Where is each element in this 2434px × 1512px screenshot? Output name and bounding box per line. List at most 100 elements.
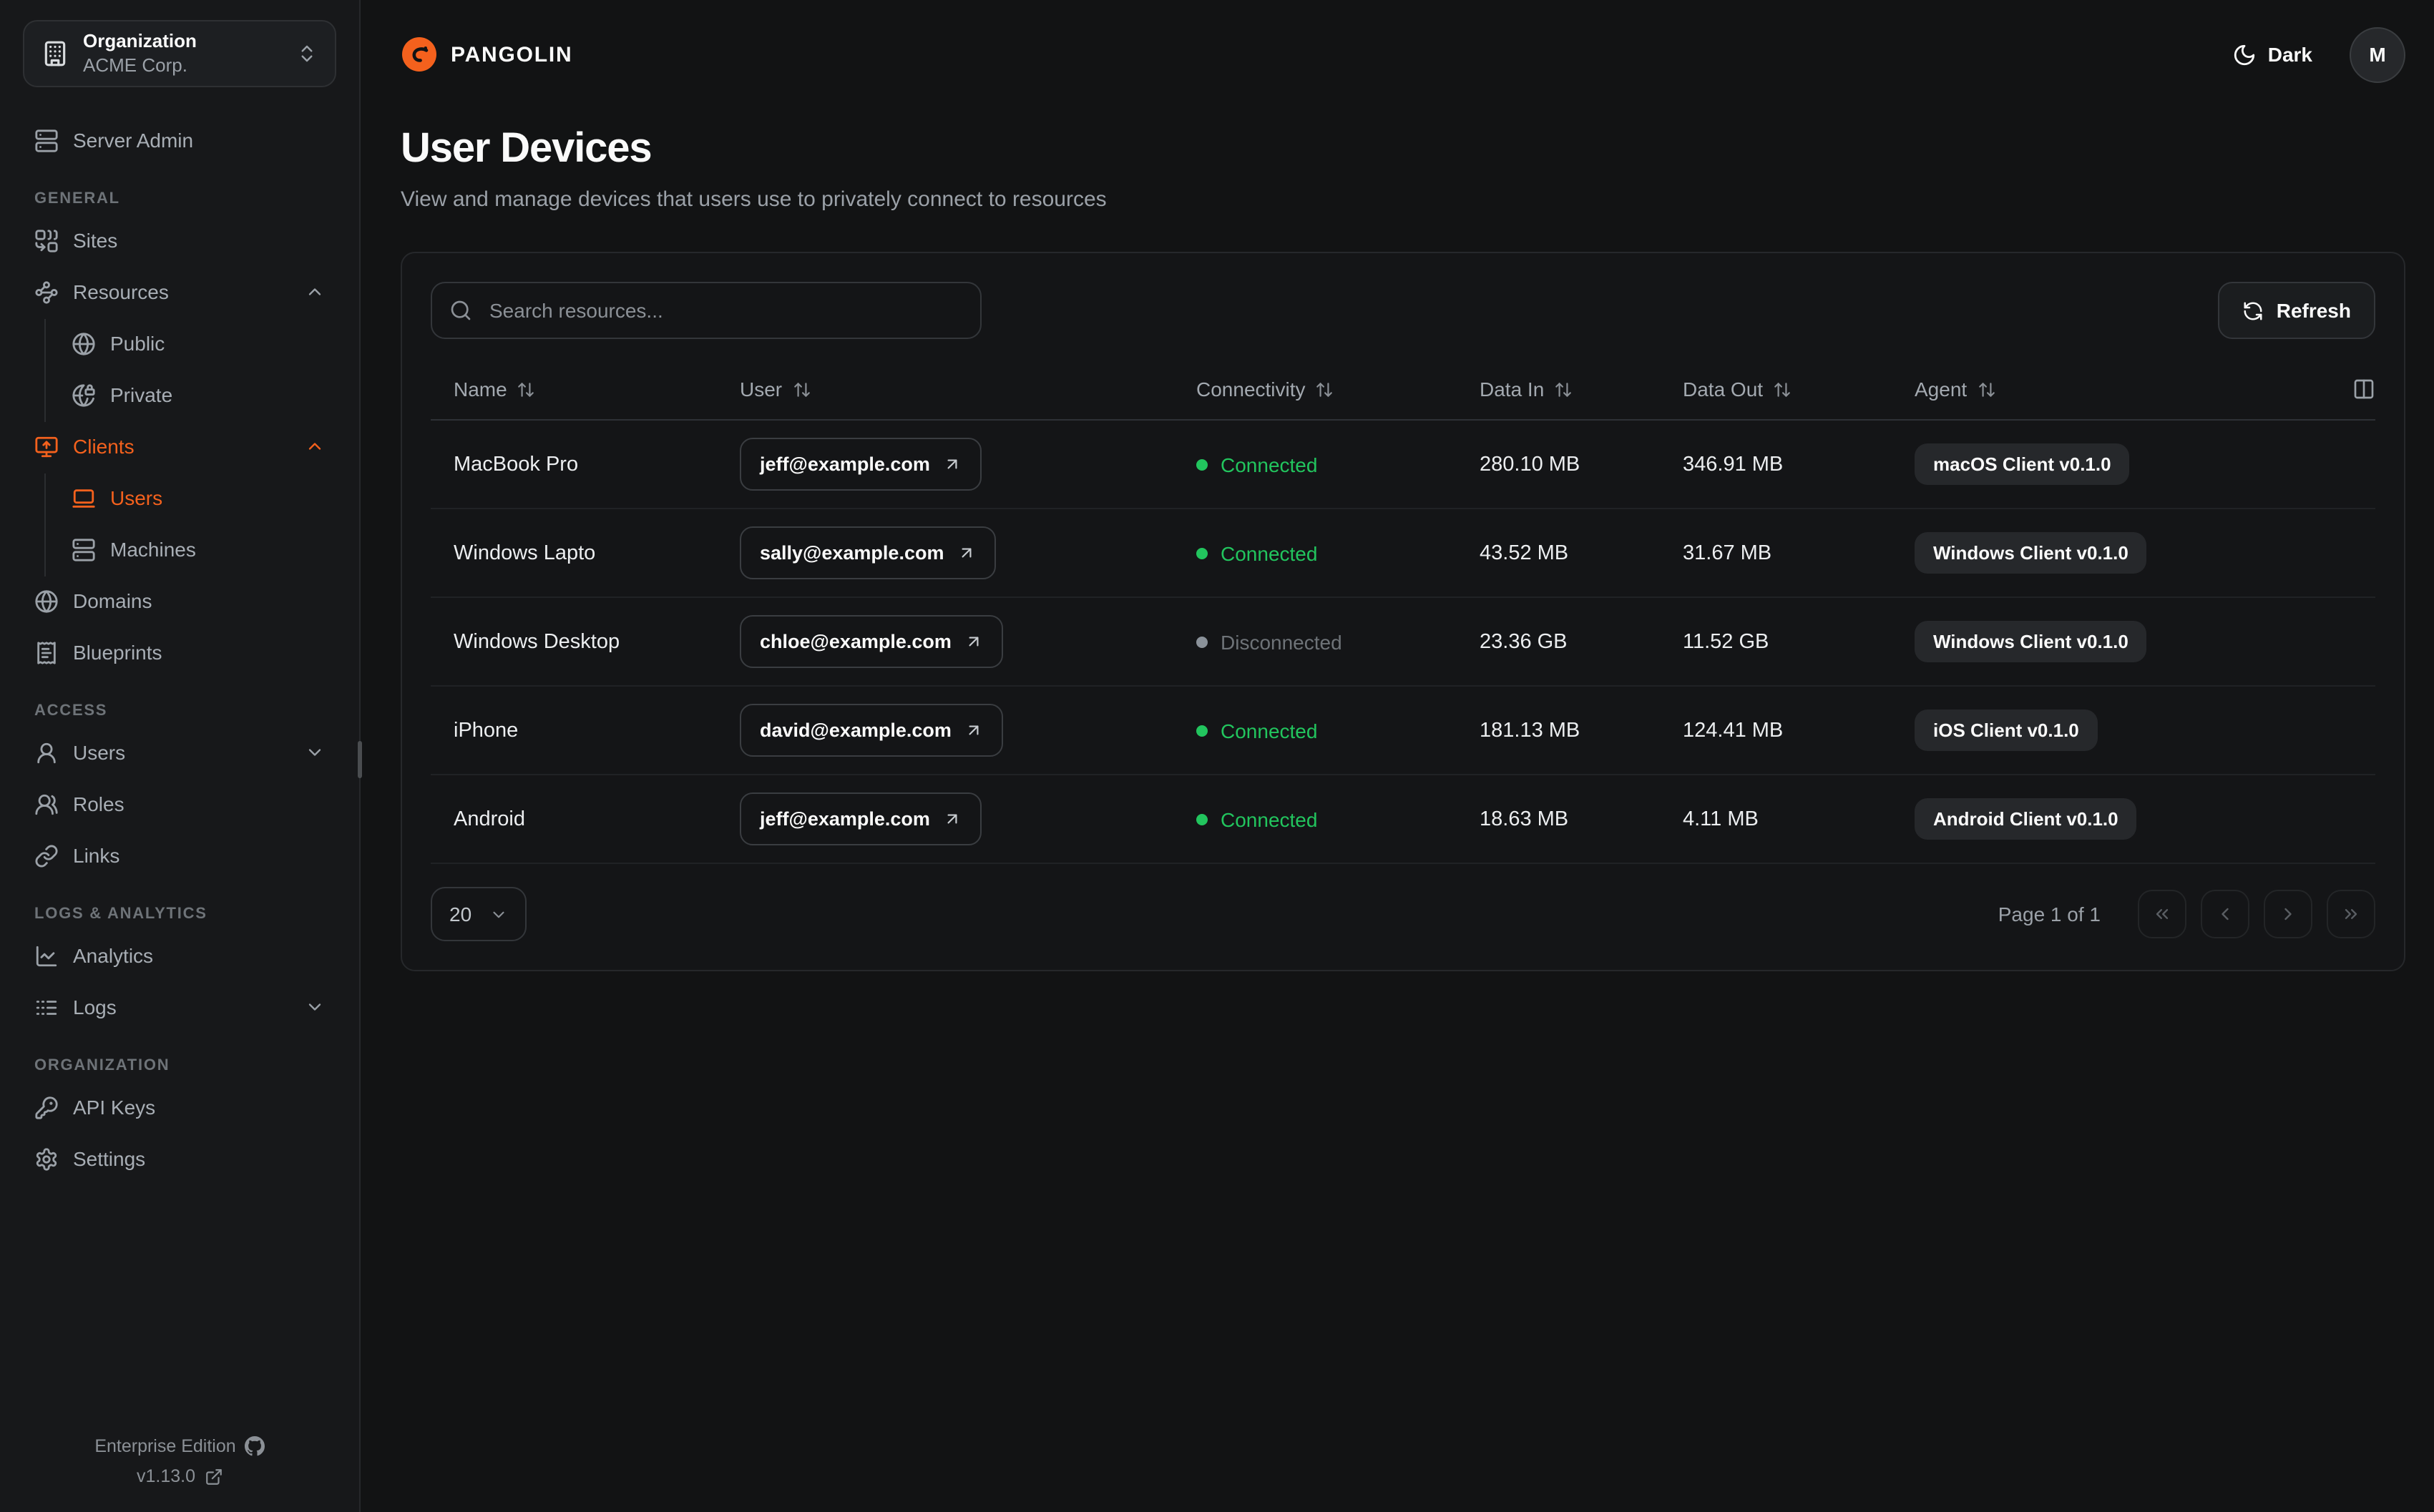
agent-badge: Windows Client v0.1.0: [1915, 532, 2147, 574]
table-row: Windows Lapto sally@example.com Connecte…: [431, 509, 2375, 598]
data-out-value: 4.11 MB: [1683, 807, 1759, 830]
sidebar-item-sites[interactable]: Sites: [23, 216, 336, 265]
theme-toggle[interactable]: Dark: [2224, 41, 2321, 68]
org-selector[interactable]: Organization ACME Corp.: [23, 20, 336, 87]
chevron-left-icon: [2215, 904, 2235, 924]
search-icon: [449, 299, 472, 322]
sidebar-item-label: Roles: [73, 792, 124, 815]
sidebar-footer: Enterprise Edition v1.13.0: [23, 1436, 336, 1492]
table-row: iPhone david@example.com Connected 181.1…: [431, 687, 2375, 775]
theme-toggle-label: Dark: [2267, 43, 2312, 66]
sidebar-item-client-users[interactable]: Users: [46, 473, 336, 522]
column-header-data-in[interactable]: Data In: [1480, 378, 1683, 401]
user-link-button[interactable]: david@example.com: [740, 704, 1003, 757]
server-icon: [34, 128, 59, 152]
sidebar-item-resources[interactable]: Resources: [23, 267, 336, 316]
globe-lock-icon: [72, 383, 96, 407]
user-icon: [34, 740, 59, 765]
chevron-right-icon: [2278, 904, 2298, 924]
user-link-button[interactable]: sally@example.com: [740, 526, 996, 579]
user-link-button[interactable]: chloe@example.com: [740, 615, 1003, 668]
sidebar-item-server-admin[interactable]: Server Admin: [23, 116, 336, 165]
sidebar-item-label: Links: [73, 844, 120, 867]
sidebar-item-api-keys[interactable]: API Keys: [23, 1083, 336, 1131]
sidebar-item-access-users[interactable]: Users: [23, 728, 336, 777]
table-row: Windows Desktop chloe@example.com Discon…: [431, 598, 2375, 687]
server-icon: [72, 537, 96, 561]
refresh-button[interactable]: Refresh: [2217, 282, 2375, 339]
sort-icon: [1773, 380, 1792, 398]
version-link[interactable]: v1.13.0: [137, 1466, 223, 1486]
connectivity-status: Connected: [1196, 719, 1480, 742]
status-dot: [1196, 813, 1208, 825]
data-in-value: 43.52 MB: [1480, 541, 1569, 564]
sidebar-item-label: Users: [73, 741, 126, 764]
column-header-data-out[interactable]: Data Out: [1683, 378, 1915, 401]
search-box: [431, 282, 982, 339]
connectivity-status: Connected: [1196, 541, 1480, 564]
user-link-button[interactable]: jeff@example.com: [740, 438, 982, 491]
clients-sub-list: Users Machines: [44, 473, 336, 576]
sidebar-item-label: Public: [110, 332, 165, 355]
sidebar-item-blueprints[interactable]: Blueprints: [23, 628, 336, 677]
data-in-value: 23.36 GB: [1480, 630, 1568, 653]
column-header-connectivity[interactable]: Connectivity: [1196, 378, 1480, 401]
sidebar-item-settings[interactable]: Settings: [23, 1134, 336, 1183]
sidebar-item-private[interactable]: Private: [46, 370, 336, 419]
avatar[interactable]: M: [2350, 26, 2405, 82]
sort-icon: [517, 380, 536, 398]
page-size-select[interactable]: 20: [431, 887, 527, 941]
resources-sub-list: Public Private: [44, 319, 336, 422]
sidebar-item-machines[interactable]: Machines: [46, 525, 336, 574]
table-header-row: Name User Connectivity Data In Data Out …: [431, 359, 2375, 421]
building-icon: [41, 40, 69, 67]
user-link-button[interactable]: jeff@example.com: [740, 792, 982, 845]
column-visibility-button[interactable]: [2312, 378, 2375, 401]
arrow-up-right-icon: [957, 544, 975, 562]
pagination-controls: Page 1 of 1: [1998, 890, 2375, 938]
first-page-button[interactable]: [2138, 890, 2186, 938]
globe-icon: [34, 589, 59, 613]
arrow-up-right-icon: [964, 721, 983, 740]
topbar: PANGOLIN Dark M: [361, 0, 2434, 109]
table-row: Android jeff@example.com Connected 18.63…: [431, 775, 2375, 864]
sidebar-item-label: Blueprints: [73, 641, 162, 664]
next-page-button[interactable]: [2264, 890, 2312, 938]
last-page-button[interactable]: [2327, 890, 2375, 938]
brand-name: PANGOLIN: [451, 42, 573, 67]
sidebar-resize-handle[interactable]: [358, 741, 362, 778]
sidebar-item-public[interactable]: Public: [46, 319, 336, 368]
section-label-access: ACCESS: [34, 702, 108, 720]
brand-logo[interactable]: PANGOLIN: [401, 36, 573, 73]
status-dot: [1196, 458, 1208, 470]
sidebar-item-links[interactable]: Links: [23, 831, 336, 880]
column-header-user[interactable]: User: [740, 378, 1196, 401]
data-out-value: 124.41 MB: [1683, 719, 1784, 742]
devices-table: Name User Connectivity Data In Data Out …: [431, 359, 2375, 864]
sidebar-item-clients[interactable]: Clients: [23, 422, 336, 471]
column-header-agent[interactable]: Agent: [1915, 378, 2312, 401]
sidebar-item-domains[interactable]: Domains: [23, 576, 336, 625]
column-header-name[interactable]: Name: [431, 378, 740, 401]
page-header: User Devices View and manage devices tha…: [361, 109, 2434, 212]
chart-line-icon: [34, 943, 59, 968]
laptop-icon: [72, 486, 96, 510]
refresh-button-label: Refresh: [2276, 299, 2351, 322]
status-dot: [1196, 725, 1208, 736]
data-in-value: 280.10 MB: [1480, 453, 1580, 476]
edition-label: Enterprise Edition: [94, 1436, 236, 1456]
device-name: Windows Lapto: [454, 541, 596, 564]
sidebar-item-label: Sites: [73, 229, 118, 252]
edition-link[interactable]: Enterprise Edition: [94, 1436, 265, 1456]
sidebar-item-logs[interactable]: Logs: [23, 983, 336, 1031]
org-selector-value: ACME Corp.: [83, 54, 187, 75]
table-row: MacBook Pro jeff@example.com Connected 2…: [431, 421, 2375, 509]
search-input[interactable]: [487, 298, 963, 323]
org-selector-label: Organization: [83, 29, 197, 51]
monitor-up-icon: [34, 434, 59, 458]
chevrons-up-down-icon: [296, 43, 318, 64]
sidebar-item-analytics[interactable]: Analytics: [23, 931, 336, 980]
chevron-down-icon: [305, 997, 325, 1017]
sidebar-item-roles[interactable]: Roles: [23, 780, 336, 828]
previous-page-button[interactable]: [2201, 890, 2249, 938]
